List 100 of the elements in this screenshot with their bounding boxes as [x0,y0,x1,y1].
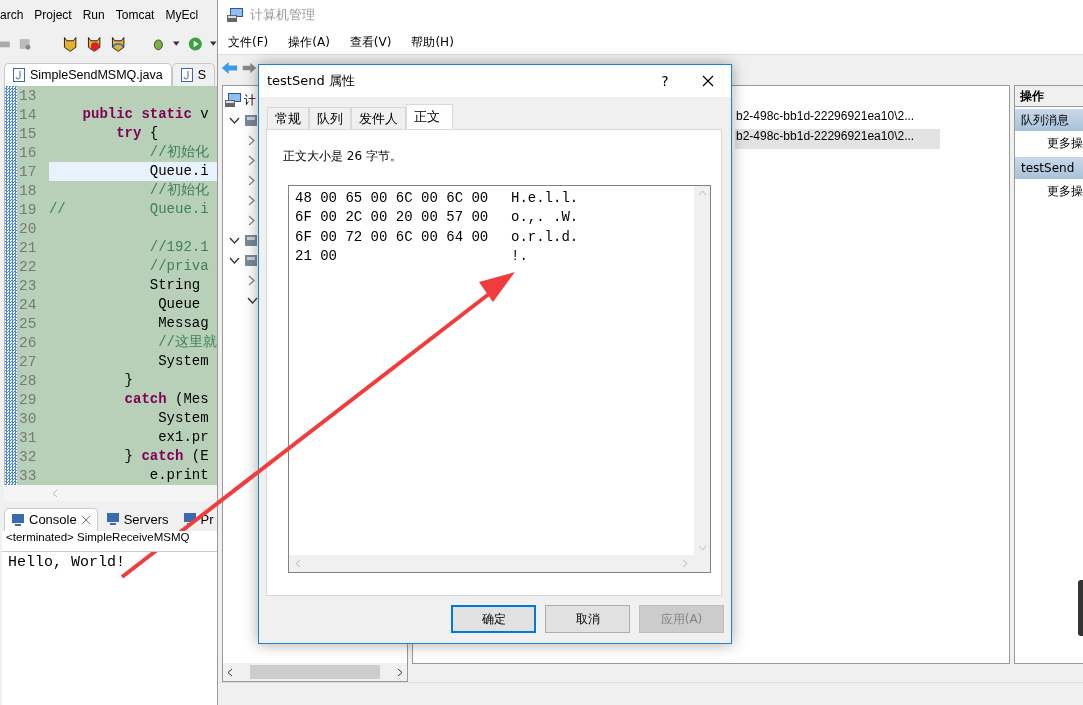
actions-section[interactable]: 队列消息 [1015,109,1083,131]
chevron-right-icon[interactable] [247,174,256,186]
code-line: ex1.pr [157,428,210,447]
cat-start-icon[interactable] [61,34,78,54]
code-line: Messag [157,314,210,333]
menu-item[interactable]: Tomcat [115,8,155,22]
line-number: 26 [17,334,38,351]
cat-stop-icon[interactable] [85,34,103,54]
list-row[interactable]: b2-498c-bb1d-22296921ea10\2... [735,109,940,129]
console-header: <terminated> SimpleReceiveMSMQ [2,531,217,552]
monitor-icon [11,512,25,527]
tree-item[interactable]: 计 [244,91,256,109]
code-line: e.print [148,466,210,485]
view-tab[interactable]: Servers [99,508,175,530]
code-line: //priva [148,257,210,276]
help-button[interactable]: ? [645,72,685,90]
code-line: } [123,371,134,390]
chevron-down-icon[interactable] [229,115,240,125]
line-number: 28 [17,372,38,389]
chevron-right-icon[interactable] [247,134,256,146]
menu-item[interactable]: Run [82,8,105,22]
chevron-down-icon[interactable] [229,255,240,265]
code-line: //初始化 [148,181,210,200]
computer-icon [226,7,244,23]
ascii-text: !. [511,246,528,266]
action-link[interactable]: 更多操 [1015,179,1083,203]
scroll-right-icon[interactable] [397,667,403,677]
actions-header: 操作 [1015,86,1083,107]
chevron-right-icon[interactable] [247,274,256,286]
code-line: try { [115,124,160,143]
console-output: Hello, World! [2,552,217,705]
list-row[interactable]: b2-498c-bb1d-22296921ea10\2... [735,129,940,149]
dialog-button[interactable]: 确定 [451,605,536,633]
actions-section[interactable]: testSend [1015,157,1083,179]
menu-item[interactable]: arch [0,8,24,22]
code-line: // Queue.i [48,200,210,219]
dialog-tab[interactable]: 常规 [267,107,309,129]
back-icon[interactable] [221,61,238,75]
menu-item[interactable]: 文件(F) [228,33,269,51]
dialog-tab[interactable]: 正文 [406,104,453,129]
hex-bytes: 21 00 [295,246,338,266]
scroll-left-icon[interactable] [227,667,233,677]
chevron-right-icon[interactable] [247,194,256,206]
code-line: Queue [157,295,202,314]
menu-item[interactable]: 查看(V) [349,33,392,51]
close-icon[interactable] [702,75,714,87]
ascii-text: H.e.l.l. [511,189,579,208]
hex-bytes: 6F 00 2C 00 20 00 57 00 [295,208,490,228]
dropdown-arrow-icon[interactable] [210,41,217,47]
line-number: 22 [17,258,38,275]
line-number: 33 [17,467,38,484]
view-tab[interactable]: Console [4,507,98,531]
code-line: //这里就 [157,333,217,352]
chevron-down-icon[interactable] [247,295,258,305]
code-line: //192.1 [148,238,210,257]
code-line: catch (Mes [123,390,210,409]
body-size-text: 正文大小是 26 字节。 [283,148,403,165]
chevron-right-icon[interactable] [247,154,256,166]
cat-restart-icon[interactable] [110,34,127,54]
editor-tab[interactable]: S [171,63,216,86]
ascii-text: o.r.l.d. [511,227,579,247]
code-line: String [148,276,202,295]
computer-icon [224,92,242,108]
dropdown-arrow-icon[interactable] [173,41,180,47]
menu-item[interactable]: 操作(A) [288,33,330,51]
menu-item[interactable]: MyEcl [165,8,199,22]
java-file-icon [180,68,193,82]
dialog-title: testSend 属性 [267,72,356,90]
line-number: 16 [17,144,38,161]
line-number: 20 [17,220,38,237]
line-number: 24 [17,296,38,313]
hex-bytes: 48 00 65 00 6C 00 6C 00 [295,189,490,208]
window-title: 计算机管理 [250,6,315,24]
line-number: 23 [17,277,38,294]
line-number: 17 [17,163,38,180]
line-number: 21 [17,239,38,256]
dialog-tab[interactable]: 队列 [309,107,351,129]
code-line: //初始化 [148,143,210,162]
chevron-down-icon[interactable] [229,235,240,245]
ascii-text: o.,. .W. [511,208,579,228]
line-number: 30 [17,410,38,427]
line-number: 14 [17,106,38,123]
code-line: System [157,409,210,428]
line-number: 19 [17,201,38,218]
forward-icon[interactable] [242,61,257,75]
scrollbar-thumb[interactable] [250,665,380,679]
dialog-tab[interactable]: 发件人 [351,107,406,129]
monitor-icon [182,512,197,526]
dialog-button[interactable]: 取消 [545,605,630,633]
chevron-right-icon[interactable] [247,214,256,226]
hex-bytes: 6F 00 72 00 6C 00 64 00 [295,227,490,247]
action-link[interactable]: 更多操 [1015,131,1083,155]
code-line: public static v [81,105,210,124]
line-number: 13 [17,87,38,104]
menu-item[interactable]: 帮助(H) [411,33,454,51]
menu-item[interactable]: Project [34,8,72,22]
line-number: 25 [17,315,38,332]
editor-tab[interactable]: SimpleSendMSMQ.java [4,63,172,86]
run-icon[interactable] [187,35,203,53]
line-number: 27 [17,353,38,370]
